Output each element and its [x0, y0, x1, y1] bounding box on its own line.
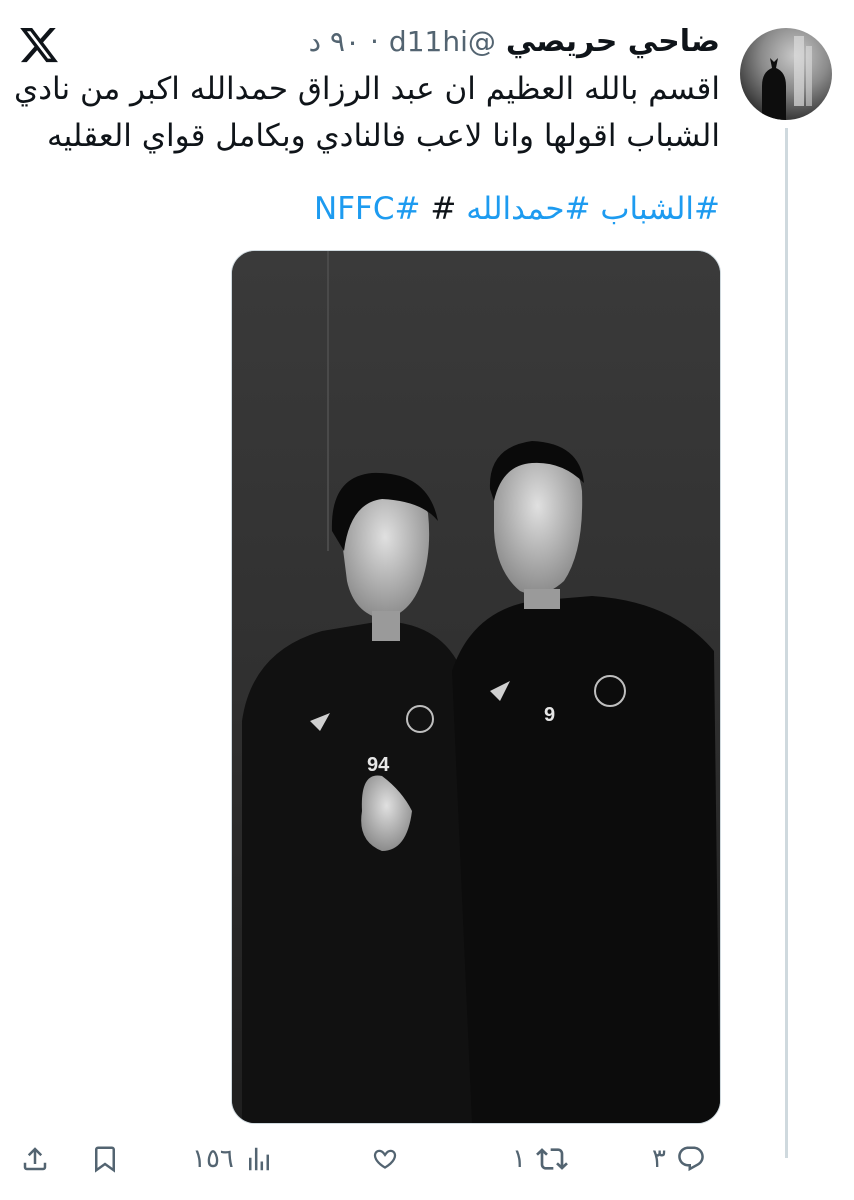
like-icon: [373, 1149, 397, 1169]
bookmark-button[interactable]: [90, 1132, 120, 1186]
hashtag-link[interactable]: #حمدالله: [466, 191, 590, 227]
views-icon: [248, 1147, 269, 1171]
hashtag-plain: #: [430, 191, 457, 227]
views-button[interactable]: ١٥٦: [192, 1132, 274, 1186]
tweet-text-line: الشباب اقولها وانا لاعب فالنادي وبكامل ق…: [46, 118, 720, 154]
thread-line: [785, 128, 788, 1158]
avatar[interactable]: [740, 28, 832, 120]
reply-button[interactable]: ٣: [652, 1132, 706, 1186]
tweet-text: اقسم بالله العظيم ان عبد الرزاق حمدالله …: [13, 66, 720, 160]
jersey-number-left: 94: [367, 754, 390, 776]
tweet-card: ضاحي حريصي @d11hi · ٩٠ د اقسم بالله العظ…: [0, 0, 854, 1200]
display-name[interactable]: ضاحي حريصي: [506, 24, 720, 59]
tweet-timestamp[interactable]: ٩٠ د: [309, 25, 360, 58]
retweet-count: ١: [512, 1144, 526, 1174]
share-button[interactable]: [20, 1132, 50, 1186]
retweet-icon: [536, 1148, 568, 1170]
reply-icon: [678, 1146, 704, 1172]
views-count: ١٥٦: [192, 1144, 234, 1174]
tweet-text-line: اقسم بالله العظيم ان عبد الرزاق حمدالله …: [13, 71, 720, 107]
tweet-photo[interactable]: 94 9: [231, 250, 721, 1124]
separator-dot: ·: [370, 25, 379, 58]
user-handle[interactable]: @d11hi: [389, 25, 496, 58]
reply-count: ٣: [652, 1144, 666, 1174]
hashtag-row: #الشباب #حمدالله # #NFFC: [314, 186, 720, 233]
hashtag-link[interactable]: #الشباب: [600, 191, 720, 227]
retweet-button[interactable]: ١: [512, 1132, 568, 1186]
jersey-number-right: 9: [544, 704, 555, 726]
like-button[interactable]: [370, 1132, 400, 1186]
bookmark-icon: [95, 1146, 115, 1173]
tweet-header: ضاحي حريصي @d11hi · ٩٠ د: [309, 24, 720, 59]
share-icon: [23, 1147, 47, 1171]
action-bar: ١٥٦ ١ ٣: [0, 1132, 854, 1192]
hashtag-link[interactable]: #NFFC: [314, 191, 420, 227]
x-logo-icon[interactable]: [18, 24, 60, 66]
